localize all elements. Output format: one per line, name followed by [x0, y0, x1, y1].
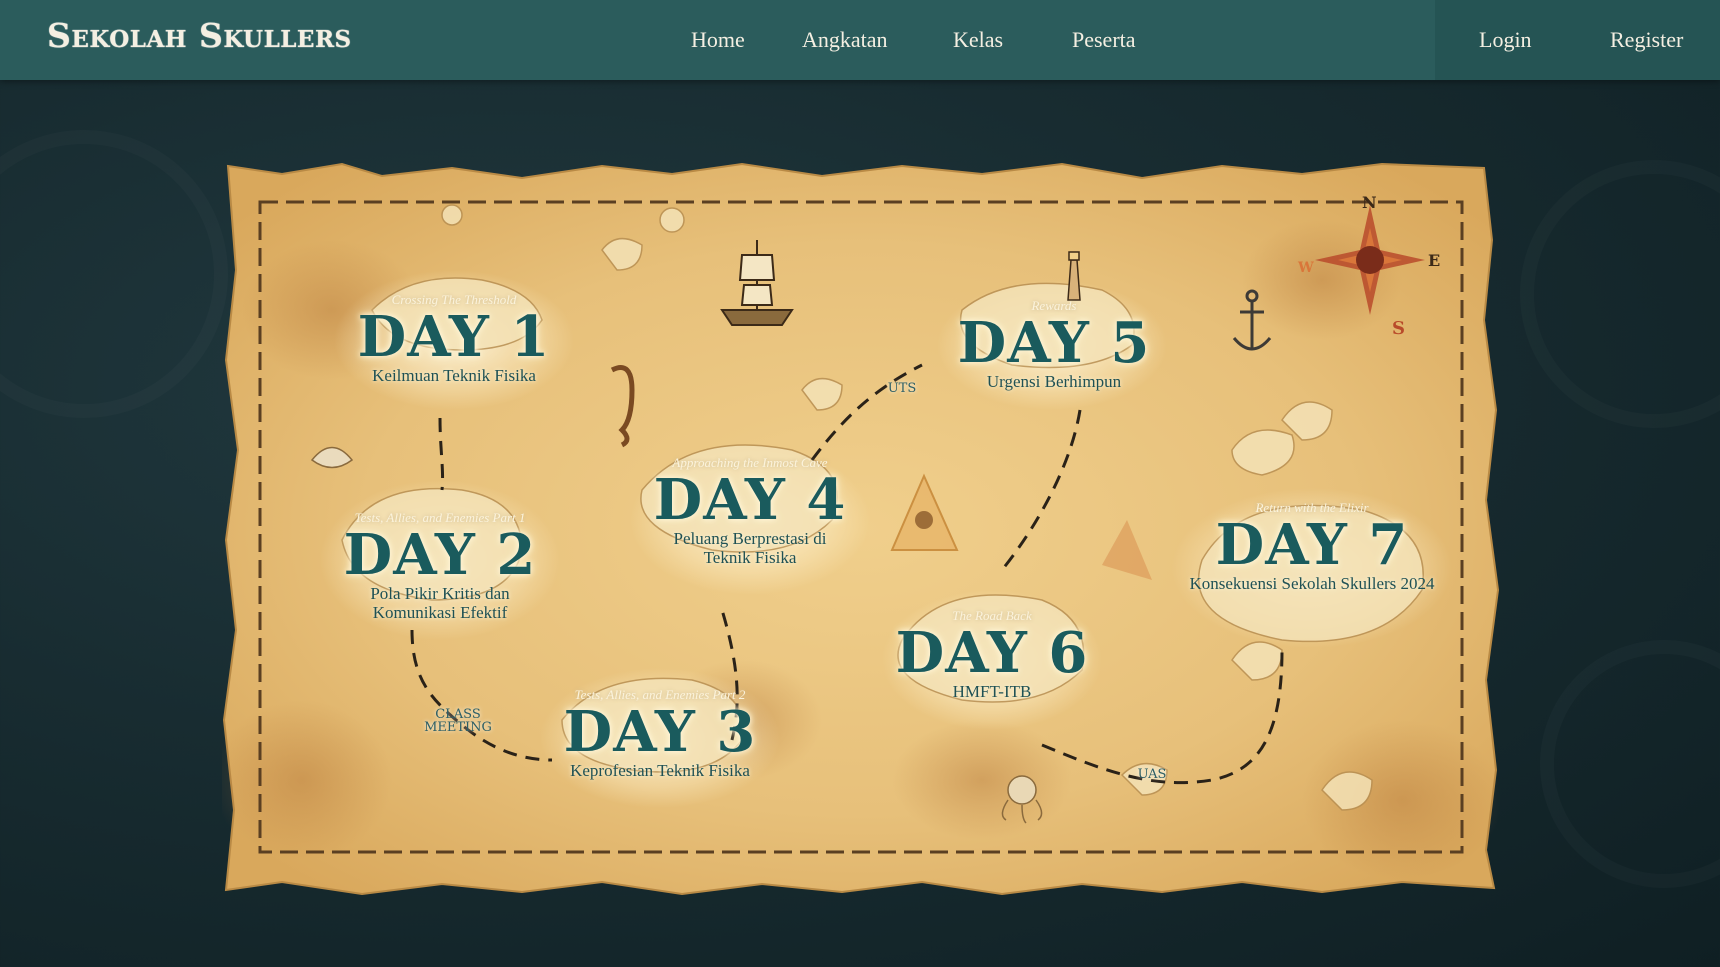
day-4-subtitle-line1: Peluang Berprestasi di	[673, 529, 827, 548]
login-link[interactable]: Login	[1479, 27, 1532, 53]
background-swirl	[1520, 160, 1720, 428]
nav-peserta-link[interactable]: Peserta	[1072, 27, 1136, 53]
compass-e: E	[1428, 251, 1440, 270]
compass-n: N	[1362, 193, 1377, 212]
site-logo[interactable]: Sekolah Skullers	[47, 16, 352, 55]
nav-home-link[interactable]: Home	[691, 27, 745, 53]
treasure-map: N E S W Crossing The Threshold DAY 1 Kei…	[222, 160, 1500, 895]
day-2-label[interactable]: Tests, Allies, and Enemies Part 1 DAY 2 …	[344, 510, 537, 622]
day-2-subtitle-line2: Komunikasi Efektif	[372, 603, 508, 622]
day-1-label[interactable]: Crossing The Threshold DAY 1 Keilmuan Te…	[358, 292, 551, 385]
lighthouse-illustration	[1067, 251, 1081, 301]
nav-kelas-link[interactable]: Kelas	[953, 27, 1003, 53]
day-7-subtitle: Konsekuensi Sekolah Skullers 2024	[1189, 574, 1435, 593]
day-5-title: DAY 5	[957, 310, 1151, 376]
background-swirl	[1540, 640, 1720, 888]
day-7-title: DAY 7	[1215, 512, 1409, 578]
uts-tag: UTS	[887, 381, 917, 396]
day-7-label[interactable]: Return with the Elixir DAY 7 Konsekuensi…	[1189, 500, 1434, 593]
nav-angkatan-link[interactable]: Angkatan	[802, 27, 888, 53]
day-1-title: DAY 1	[357, 304, 551, 370]
day-1-subtitle: Keilmuan Teknik Fisika	[372, 366, 536, 385]
class-meeting-line2: MEETING	[424, 720, 492, 735]
uas-tag: UAS	[1137, 767, 1167, 782]
class-meeting-tag: CLASS MEETING	[424, 708, 492, 734]
background-swirl	[0, 130, 228, 418]
day-3-label[interactable]: Tests, Allies, and Enemies Part 2 DAY 3 …	[564, 687, 757, 780]
register-link[interactable]: Register	[1610, 27, 1683, 53]
day-4-title: DAY 4	[653, 467, 847, 533]
day-2-subtitle-line1: Pola Pikir Kritis dan	[370, 584, 510, 603]
day-6-label[interactable]: The Road Back DAY 6 HMFT-ITB	[896, 608, 1089, 701]
day-4-subtitle-line2: Teknik Fisika	[703, 548, 797, 567]
compass-w: W	[1297, 260, 1314, 276]
day-4-label[interactable]: Approaching the Inmost Cave DAY 4 Peluan…	[654, 455, 847, 567]
day-5-label[interactable]: Rewards DAY 5 Urgensi Berhimpun	[958, 298, 1151, 391]
day-3-title: DAY 3	[563, 699, 757, 765]
auth-area: Login Register	[1435, 0, 1720, 80]
compass-s: S	[1392, 318, 1405, 339]
day-6-title: DAY 6	[895, 620, 1089, 686]
day-3-subtitle: Keprofesian Teknik Fisika	[570, 761, 750, 780]
top-navbar: Sekolah Skullers Home Angkatan Kelas Pes…	[0, 0, 1720, 80]
day-2-title: DAY 2	[343, 522, 537, 588]
